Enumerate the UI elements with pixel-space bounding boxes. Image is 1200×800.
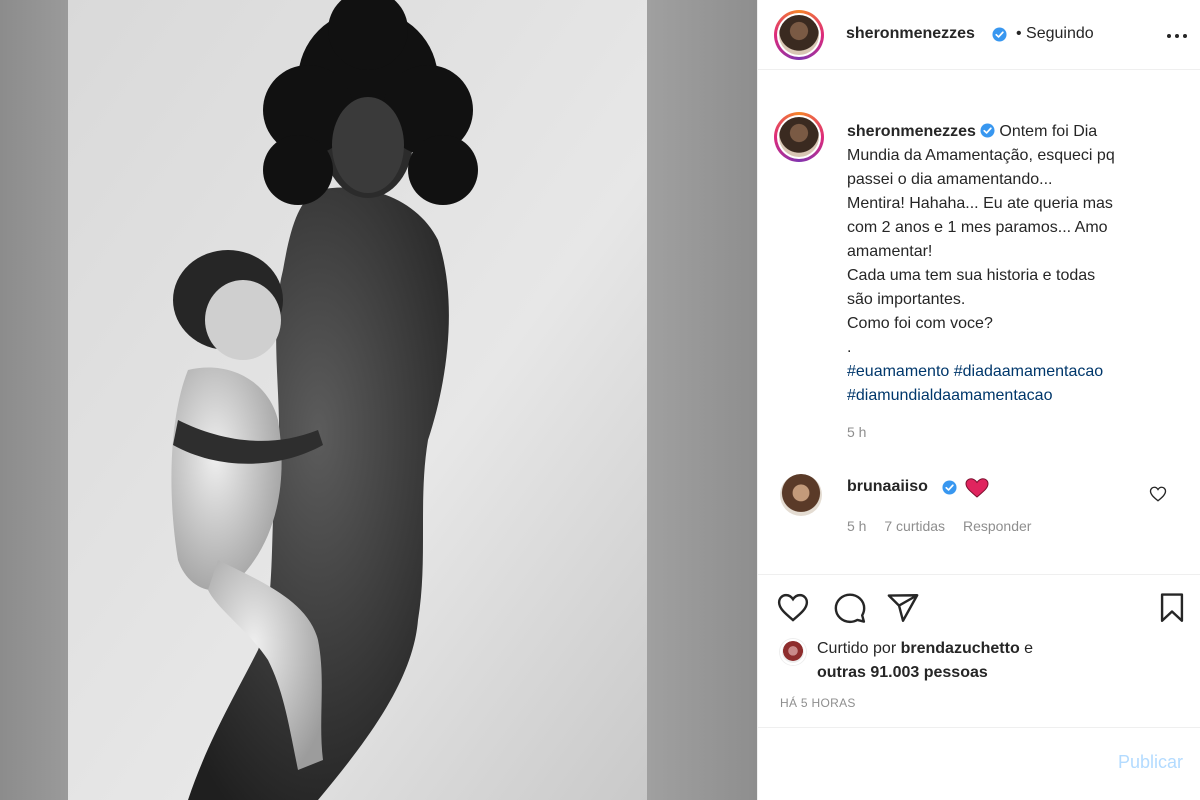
post-photo-pane: [0, 0, 757, 800]
caption-username[interactable]: sheronmenezzes: [847, 123, 976, 140]
comment-like-heart-icon[interactable]: [1149, 485, 1167, 503]
verified-badge-icon: [992, 27, 1007, 42]
caption-line: Como foi com voce?: [847, 315, 993, 332]
caption-line: passei o dia amamentando...: [847, 171, 1053, 188]
caption-line: amamentar!: [847, 243, 933, 260]
post-detail-panel: sheronmenezzes • Seguindo sheronmenezzes…: [757, 0, 1200, 800]
post-timestamp[interactable]: HÁ 5 HORAS: [780, 696, 856, 710]
comment-timestamp[interactable]: 5 h: [847, 518, 866, 534]
caption-hashtags: #euamamento #diadaamamentacao #diamundia…: [847, 360, 1177, 408]
liked-by-summary: Curtido por brendazuchetto e outras 91.0…: [817, 637, 1117, 685]
liked-by-suffix: e: [1019, 640, 1034, 657]
photo-letterbox-left: [0, 0, 68, 800]
comment-reply-button[interactable]: Responder: [963, 518, 1032, 534]
more-dots-icon[interactable]: [1165, 28, 1189, 44]
post-photo-image: [68, 0, 647, 800]
heart-outline-icon[interactable]: [776, 591, 810, 625]
comment-meta: 5 h 7 curtidas Responder: [847, 518, 1045, 534]
verified-badge-icon: [942, 480, 957, 495]
hashtag-link[interactable]: #diamundialdaamamentacao: [847, 384, 1177, 408]
caption-line: são importantes.: [847, 291, 966, 308]
publish-button[interactable]: Publicar: [1118, 752, 1183, 773]
paper-plane-icon[interactable]: [886, 591, 920, 625]
post-header: sheronmenezzes • Seguindo: [758, 0, 1200, 70]
caption-text: sheronmenezzes Ontem foi Dia Mundia da A…: [847, 120, 1177, 408]
caption-line: Mundia da Amamentação, esqueci pq: [847, 147, 1115, 164]
comment-likes[interactable]: 7 curtidas: [884, 518, 945, 534]
post-actions: Curtido por brendazuchetto e outras 91.0…: [758, 574, 1200, 752]
author-avatar[interactable]: [774, 10, 824, 60]
liked-by-prefix: Curtido por: [817, 640, 901, 657]
bookmark-icon[interactable]: [1155, 591, 1189, 625]
liker-avatar[interactable]: [780, 639, 806, 665]
caption-line: Cada uma tem sua historia e todas: [847, 267, 1096, 284]
caption-author-avatar[interactable]: [774, 112, 824, 162]
commenter-username[interactable]: brunaaiiso: [847, 478, 928, 496]
hashtag-link[interactable]: #euamamento #diadaamamentacao: [847, 360, 1177, 384]
comment-input[interactable]: [780, 746, 1100, 782]
commenter-avatar[interactable]: [780, 474, 822, 516]
photo-letterbox-right: [647, 0, 757, 800]
caption-line: Ontem foi Dia: [999, 123, 1098, 140]
comment-composer: Publicar: [758, 727, 1200, 800]
caption-timestamp[interactable]: 5 h: [847, 424, 866, 440]
caption-line: .: [847, 339, 852, 356]
caption-line: com 2 anos e 1 mes paramos... Amo: [847, 219, 1108, 236]
comment-item: brunaaiiso 5 h 7 curtidas Responder: [758, 470, 1200, 550]
post-photo[interactable]: [68, 0, 647, 800]
verified-badge-icon: [980, 123, 995, 138]
liked-by-username[interactable]: brendazuchetto: [901, 640, 1020, 657]
author-username[interactable]: sheronmenezzes: [846, 25, 975, 43]
caption-line: Mentira! Hahaha... Eu ate queria mas: [847, 195, 1113, 212]
likes-count-link[interactable]: outras 91.003 pessoas: [817, 664, 988, 681]
follow-status-button[interactable]: • Seguindo: [1016, 25, 1094, 43]
comment-bubble-icon[interactable]: [833, 591, 867, 625]
heart-emoji-icon: [965, 478, 989, 498]
